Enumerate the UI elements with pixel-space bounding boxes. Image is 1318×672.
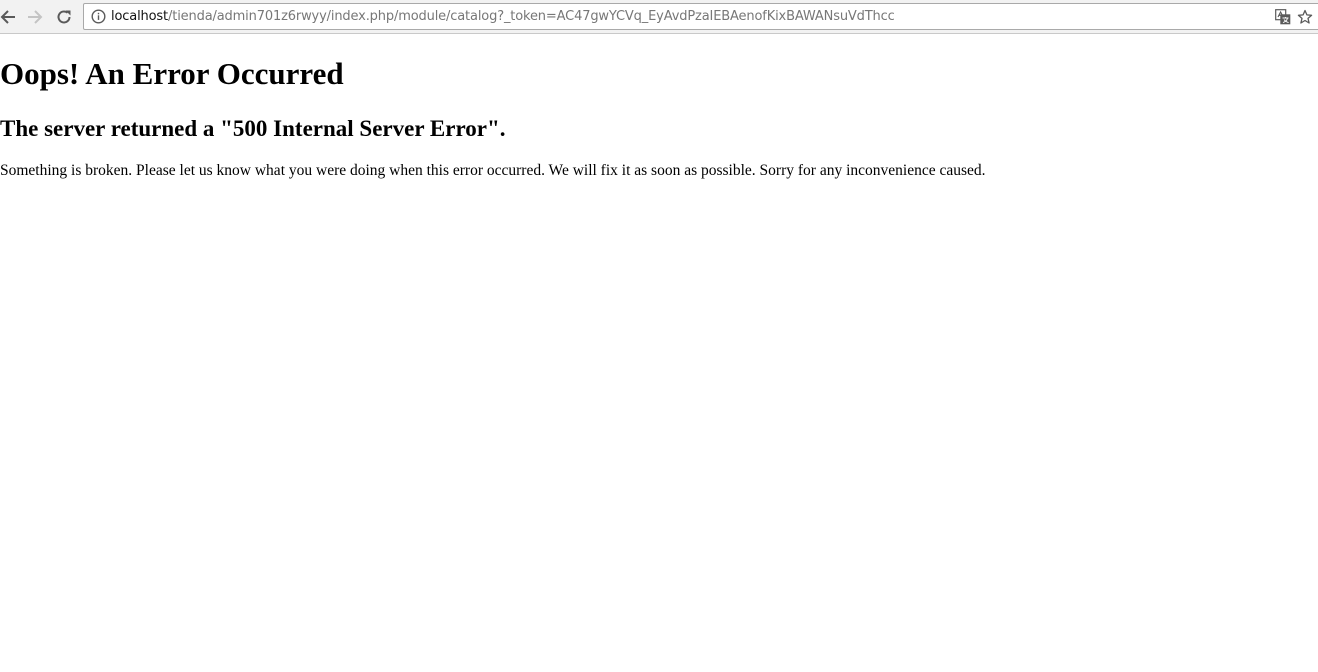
url-text[interactable]: localhost/tienda/admin701z6rwyy/index.ph… <box>111 4 895 29</box>
browser-toolbar: localhost/tienda/admin701z6rwyy/index.ph… <box>0 0 1318 34</box>
error-subtitle: The server returned a "500 Internal Serv… <box>0 116 506 141</box>
back-arrow-icon[interactable] <box>0 6 19 28</box>
url-path: /tienda/admin701z6rwyy/index.php/module/… <box>168 9 895 24</box>
reload-icon[interactable] <box>53 6 75 28</box>
url-host: localhost <box>111 9 169 24</box>
forward-arrow-icon[interactable] <box>24 6 46 28</box>
info-icon[interactable] <box>91 9 106 24</box>
star-icon[interactable] <box>1297 9 1313 25</box>
address-bar[interactable]: localhost/tienda/admin701z6rwyy/index.ph… <box>83 3 1318 30</box>
error-title: Oops! An Error Occurred <box>0 56 344 91</box>
translate-icon[interactable] <box>1275 9 1291 25</box>
error-message: Something is broken. Please let us know … <box>0 162 986 179</box>
